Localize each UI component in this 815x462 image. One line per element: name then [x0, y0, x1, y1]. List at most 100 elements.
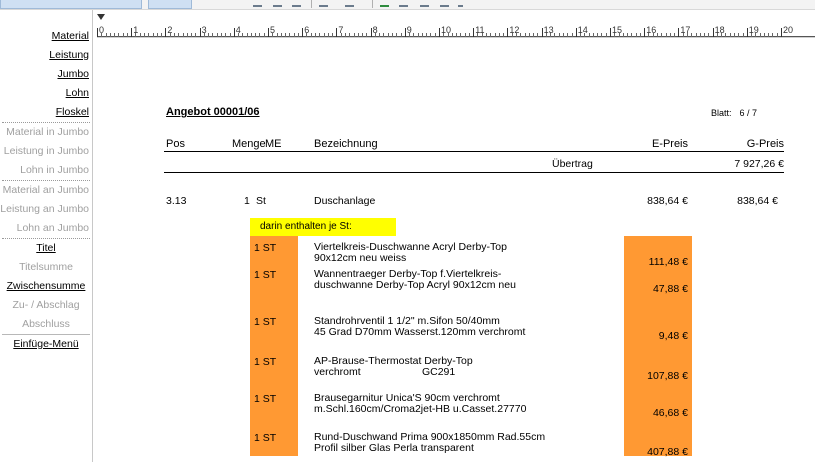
ruler-minor-tick	[114, 33, 116, 37]
toolbar-icon[interactable]	[380, 1, 389, 7]
column-header-pos: Pos	[166, 138, 185, 150]
ruler-minor-tick	[238, 33, 240, 37]
ruler-minor-tick	[366, 33, 368, 37]
ruler-minor-tick	[186, 33, 188, 37]
position-number: 3.13	[166, 195, 187, 207]
sidebar-item-jumbo[interactable]: Jumbo	[0, 65, 92, 84]
ruler-minor-tick	[289, 33, 291, 37]
sidebar-item-lohn-in-jumbo: Lohn in Jumbo	[20, 164, 89, 176]
ruler-minor-tick	[554, 33, 556, 37]
sidebar-item-titel[interactable]: Titel	[0, 239, 92, 258]
indent-marker[interactable]	[97, 14, 105, 20]
ruler-minor-tick	[400, 33, 402, 37]
ruler-label: 18	[714, 25, 725, 35]
toolbar-icon[interactable]	[399, 1, 408, 7]
component-description-line: Profil silber Glas Perla transparent	[314, 442, 474, 454]
sidebar-item-label: Leistung	[49, 49, 89, 61]
ruler-minor-tick	[665, 33, 667, 37]
ruler-minor-tick	[481, 33, 483, 37]
ruler-minor-tick	[460, 33, 462, 37]
ruler-minor-tick	[533, 33, 535, 37]
ruler-minor-tick	[468, 33, 470, 37]
ruler-minor-tick	[173, 33, 175, 37]
ruler-minor-tick	[319, 33, 321, 37]
sidebar-item-leistung[interactable]: Leistung	[0, 46, 92, 65]
toolbar-icon[interactable]	[420, 1, 429, 7]
ruler-minor-tick	[545, 33, 547, 37]
ruler-minor-tick	[515, 33, 517, 37]
ruler-minor-tick	[374, 33, 376, 37]
ruler-minor-tick	[255, 33, 257, 37]
ruler-minor-tick	[592, 33, 594, 37]
ruler-minor-tick	[216, 33, 218, 37]
ruler-minor-tick	[349, 33, 351, 37]
position-quantity: 1	[244, 195, 250, 207]
ruler-minor-tick	[272, 33, 274, 37]
ruler-minor-tick	[776, 33, 778, 37]
component-description-line: duschwanne Derby-Top Acryl 90x12cm neu	[314, 279, 516, 291]
sidebar-item-zwischensumme[interactable]: Zwischensumme	[0, 277, 92, 296]
toolbar-icon[interactable]	[440, 1, 449, 7]
toolbar-icon[interactable]	[345, 1, 354, 7]
ruler-minor-tick	[315, 33, 317, 37]
ruler-minor-tick	[178, 33, 180, 37]
component-quantity: 1 ST	[254, 242, 277, 254]
toolbar-icon[interactable]	[319, 1, 328, 7]
ruler-minor-tick	[250, 33, 252, 37]
component-description: Wannentraeger Derby-Top f.Viertelkreis-d…	[314, 269, 516, 291]
ruler-minor-tick	[704, 33, 706, 37]
ruler-minor-tick	[409, 33, 411, 37]
ruler-minor-tick	[135, 33, 137, 37]
sidebar-item-material[interactable]: Material	[0, 27, 92, 46]
ruler-minor-tick	[691, 33, 693, 37]
ruler-minor-tick	[169, 33, 171, 37]
sidebar-item-lohn[interactable]: Lohn	[0, 84, 92, 103]
ruler-label: 20	[783, 25, 794, 35]
ruler-minor-tick	[327, 33, 329, 37]
component-description-line: 45 Grad D70mm Wasserst.120mm verchromt	[314, 326, 526, 338]
document-page: Angebot 00001/06 Blatt: 6 / 7 Pos Menge M…	[94, 39, 815, 462]
ruler-minor-tick	[721, 33, 723, 37]
ruler-minor-tick	[126, 33, 128, 37]
component-quantity: 1 ST	[254, 269, 277, 281]
sidebar-item-floskel[interactable]: Floskel	[0, 103, 92, 122]
ruler-label: 16	[646, 25, 657, 35]
ruler-minor-tick	[699, 33, 701, 37]
ruler-minor-tick	[306, 33, 308, 37]
toolbar-tab[interactable]	[148, 0, 192, 9]
sidebar-item-zu-abschlag: Zu- / Abschlag	[12, 299, 80, 311]
ruler-minor-tick	[280, 33, 282, 37]
sheet-indicator: Blatt: 6 / 7	[711, 108, 757, 118]
sidebar-item-material-in-jumbo: Material in Jumbo	[6, 126, 89, 138]
ruler-minor-tick	[597, 33, 599, 37]
ruler-minor-tick	[118, 33, 120, 37]
sidebar-item-abschluss: Abschluss	[22, 318, 70, 330]
ruler-minor-tick	[759, 33, 761, 37]
toolbar-icon[interactable]	[273, 1, 282, 7]
ruler-minor-tick	[276, 33, 278, 37]
toolbar-tab[interactable]	[0, 0, 142, 9]
sheet-label: Blatt:	[711, 108, 732, 118]
toolbar	[0, 0, 815, 10]
component-price-column	[624, 236, 692, 456]
horizontal-ruler[interactable]: 0 1 2 3 4 5 6 7 8 9 10 11 12 13 14 15 16 17 18 19 20	[97, 14, 815, 38]
column-header-bezeichnung: Bezeichnung	[314, 138, 378, 150]
ruler-minor-tick	[379, 33, 381, 37]
ruler-minor-tick	[537, 33, 539, 37]
chevron-down-icon[interactable]	[458, 1, 463, 7]
ruler-minor-tick	[242, 33, 244, 37]
component-description: Brausegarnitur Unica'S 90cm verchromt m.S…	[314, 393, 526, 415]
ruler-label: 17	[680, 25, 691, 35]
ruler-minor-tick	[567, 33, 569, 37]
ruler-minor-tick	[396, 33, 398, 37]
sidebar-item-titelsumme: Titelsumme	[19, 261, 73, 273]
ruler-label: 12	[509, 25, 520, 35]
toolbar-icon[interactable]	[292, 1, 301, 7]
sheet-value: 6 / 7	[739, 108, 758, 118]
ruler-minor-tick	[152, 33, 154, 37]
ruler-minor-tick	[144, 33, 146, 37]
sidebar-item-einfuege-menu[interactable]: Einfüge-Menü	[0, 335, 92, 354]
ruler-minor-tick	[297, 33, 299, 37]
ruler-minor-tick	[259, 33, 261, 37]
toolbar-icon[interactable]	[253, 1, 262, 7]
